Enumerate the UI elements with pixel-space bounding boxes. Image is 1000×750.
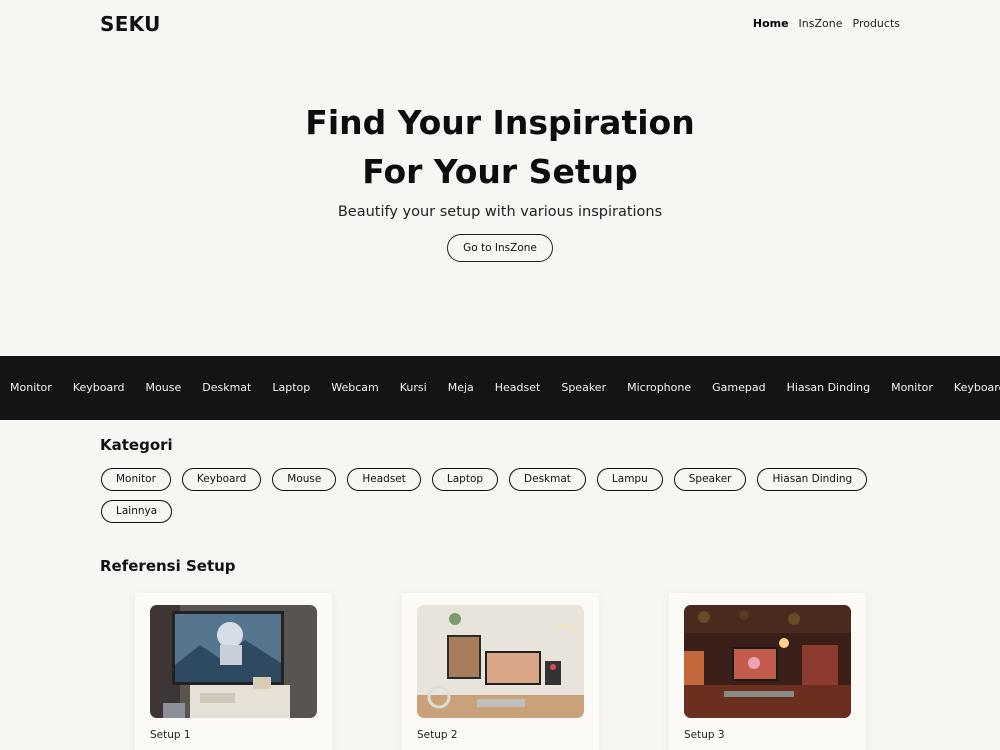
marquee-item: Hiasan Dinding <box>786 381 871 394</box>
category-chip[interactable]: Monitor <box>101 468 171 491</box>
logo[interactable]: SEKU <box>100 12 161 36</box>
setup-card-1[interactable]: Setup 1 <box>135 593 332 750</box>
marquee-item: Laptop <box>272 381 311 394</box>
setup-cards: Setup 1 Setup 2 Setup 3 <box>135 593 866 750</box>
marquee-item: Monitor <box>891 381 933 394</box>
setup-image-3[interactable] <box>684 605 851 718</box>
hero-subtitle: Beautify your setup with various inspira… <box>337 204 663 220</box>
marquee-track: Monitor Keyboard Mouse Deskmat Laptop Webcam K… <box>10 381 1000 394</box>
kategori-title: Kategori <box>100 436 173 454</box>
marquee-item: Gamepad <box>712 381 766 394</box>
category-chip[interactable]: Mouse <box>272 468 337 491</box>
marquee-item: Webcam <box>331 381 379 394</box>
nav-link-inszone[interactable]: InsZone <box>799 17 843 30</box>
marquee-item: Headset <box>494 381 541 394</box>
navbar: SEKU Home InsZone Products <box>0 0 1000 50</box>
hero-title: Find Your Inspiration For Your Setup <box>0 98 1000 196</box>
category-marquee: Monitor Keyboard Mouse Deskmat Laptop Webcam K… <box>0 356 1000 420</box>
nav-link-products[interactable]: Products <box>853 17 901 30</box>
category-chips: Monitor Keyboard Mouse Headset Laptop Deskmat… <box>101 468 901 523</box>
nav-link-home[interactable]: Home <box>753 17 789 30</box>
hero-section: Find Your Inspiration For Your Setup Bea… <box>0 98 1000 262</box>
marquee-item: Microphone <box>627 381 692 394</box>
go-to-inszone-button[interactable]: Go to InsZone <box>447 234 553 262</box>
marquee-item: Speaker <box>561 381 607 394</box>
setup-label-2: Setup 2 <box>417 729 458 741</box>
category-chip[interactable]: Hiasan Dinding <box>757 468 868 491</box>
setup-label-3: Setup 3 <box>684 729 725 741</box>
category-chip[interactable]: Speaker <box>673 468 747 491</box>
marquee-item: Deskmat <box>202 381 252 394</box>
marquee-item: Mouse <box>145 381 182 394</box>
marquee-item: Meja <box>447 381 474 394</box>
category-chip[interactable]: Lainnya <box>101 500 173 523</box>
category-chip[interactable]: Lampu <box>596 468 663 491</box>
hero-title-line-2: For Your Setup <box>362 152 638 191</box>
hero-title-line-1: Find Your Inspiration <box>305 103 695 142</box>
setup-card-3[interactable]: Setup 3 <box>669 593 866 750</box>
marquee-item: Keyboard <box>953 381 1000 394</box>
marquee-item: Monitor <box>10 381 52 394</box>
category-chip[interactable]: Keyboard <box>181 468 262 491</box>
category-chip[interactable]: Headset <box>347 468 421 491</box>
category-chip[interactable]: Laptop <box>431 468 499 491</box>
marquee-item: Kursi <box>399 381 427 394</box>
setup-image-2[interactable] <box>417 605 584 718</box>
setup-label-1: Setup 1 <box>150 729 191 741</box>
marquee-item: Keyboard <box>72 381 125 394</box>
nav-links: Home InsZone Products <box>753 17 900 30</box>
setup-image-1[interactable] <box>150 605 317 718</box>
setup-card-2[interactable]: Setup 2 <box>402 593 599 750</box>
category-chip[interactable]: Deskmat <box>509 468 586 491</box>
referensi-title: Referensi Setup <box>100 557 236 575</box>
